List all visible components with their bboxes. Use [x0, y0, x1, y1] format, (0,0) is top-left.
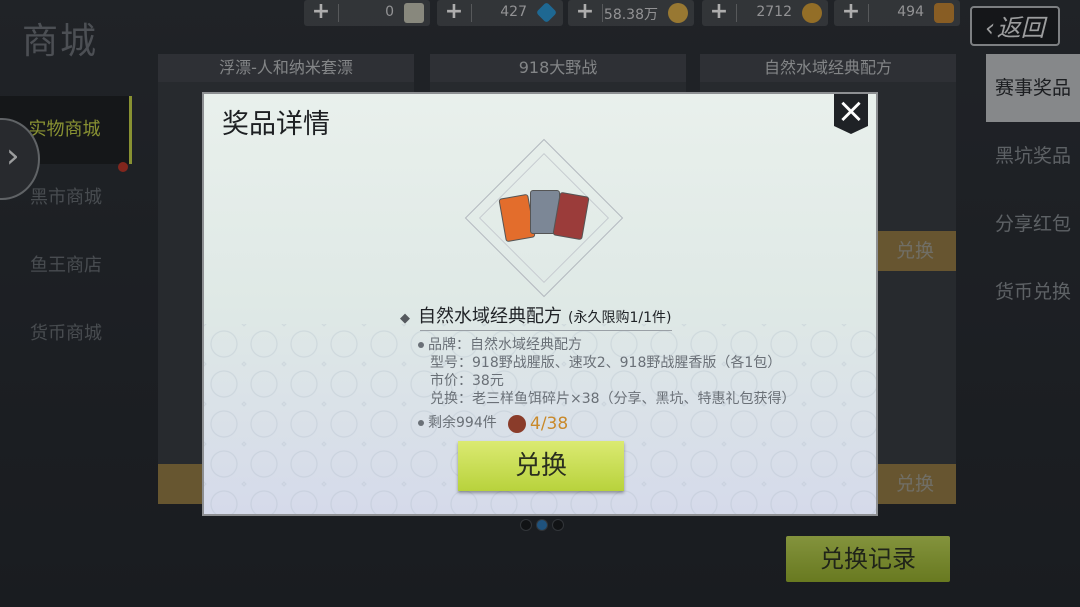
detail-row: 市价：38元 [418, 372, 796, 390]
bait-fragment-icon [508, 415, 526, 433]
exchange-button[interactable]: 兑换 [458, 441, 624, 491]
detail-model: 型号：918野战腥版、速攻2、918野战腥香版（各1包） [430, 355, 782, 371]
product-details: 品牌：自然水域经典配方 型号：918野战腥版、速攻2、918野战腥香版（各1包）… [418, 336, 796, 408]
detail-row: 型号：918野战腥版、速攻2、918野战腥香版（各1包） [418, 354, 796, 372]
detail-row: 兑换：老三样鱼饵碎片×38（分享、黑坑、特惠礼包获得） [418, 390, 796, 408]
purchase-limit: (永久限购1/1件) [568, 310, 672, 326]
diamond-bullet-icon: ◆ [400, 311, 410, 326]
detail-row: 品牌：自然水域经典配方 [418, 336, 796, 354]
bullet-icon [418, 420, 424, 426]
bullet-icon [418, 342, 424, 348]
close-icon: × [836, 92, 866, 131]
close-button[interactable]: × [834, 94, 868, 134]
product-name: ◆ 自然水域经典配方 (永久限购1/1件) [400, 302, 671, 328]
detail-exchange: 兑换：老三样鱼饵碎片×38（分享、黑坑、特惠礼包获得） [430, 391, 796, 407]
dialog-title: 奖品详情 [222, 109, 330, 140]
detail-brand: 品牌：自然水域经典配方 [428, 337, 582, 353]
remaining-text: 剩余994件 [428, 415, 497, 431]
prize-detail-dialog: 奖品详情 × ◆ 自然水域经典配方 (永久限购1/1件) 品牌：自然水域经典配方 型… [202, 92, 878, 516]
product-name-text: 自然水域经典配方 [418, 306, 562, 327]
cost-value: 4/38 [530, 414, 569, 434]
detail-price: 市价：38元 [430, 373, 504, 389]
divider [420, 330, 672, 331]
exchange-cost: 4/38 [508, 414, 568, 434]
remaining-stock: 剩余994件 [418, 412, 497, 432]
